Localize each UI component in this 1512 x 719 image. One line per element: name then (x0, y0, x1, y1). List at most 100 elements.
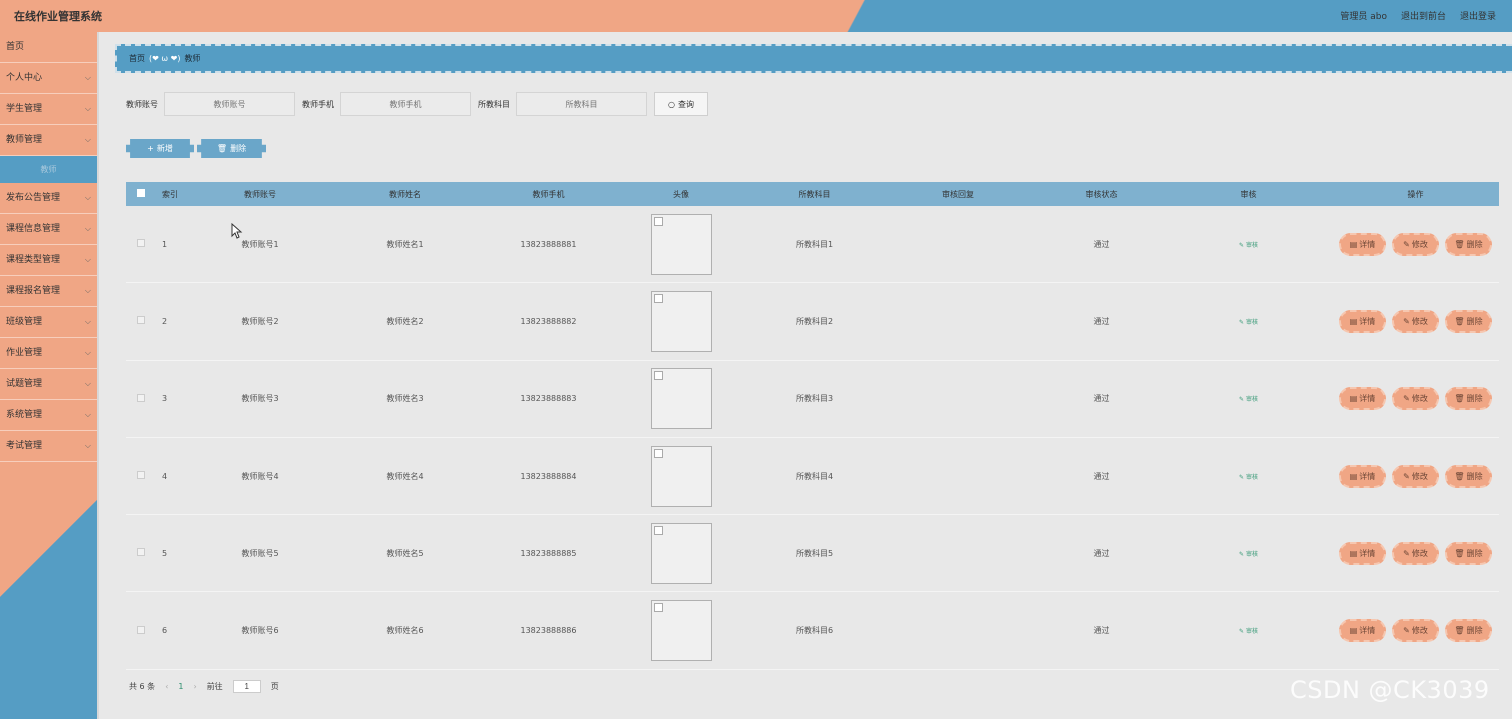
delete-button[interactable]: 🗑 删除 (1445, 619, 1492, 643)
sidebar-item-announcement-management[interactable]: 发布公告管理 ⌵ (0, 183, 97, 214)
delete-button[interactable]: 🗑 删除 (1445, 541, 1492, 565)
logout-link[interactable]: 退出登录 (1460, 9, 1496, 22)
detail-button[interactable]: ▤ 详情 (1339, 619, 1386, 643)
sidebar-item-class-management[interactable]: 班级管理 ⌵ (0, 307, 97, 338)
detail-button[interactable]: ▤ 详情 (1339, 387, 1386, 411)
row-select-cell (126, 471, 156, 481)
breadcrumb-home[interactable]: 首页 (129, 53, 145, 64)
sidebar-item-label: 首页 (6, 42, 25, 52)
goto-prefix: 前往 (206, 682, 223, 691)
delete-button[interactable]: 🗑 删除 (1445, 464, 1492, 488)
sidebar-item-personal-center[interactable]: 个人中心 ⌵ (0, 63, 97, 94)
delete-button[interactable]: 🗑 删除 (1445, 387, 1492, 411)
edit-icon: ✎ (1239, 550, 1246, 558)
sidebar-item-course-info-management[interactable]: 课程信息管理 ⌵ (0, 214, 97, 245)
sidebar: 首页 个人中心 ⌵ 学生管理 ⌵ 教师管理 ⌵ 教师 发布公告管理 ⌵ 课程信息管理 ⌵ … (0, 32, 99, 719)
row-checkbox[interactable] (137, 471, 145, 480)
row-checkbox[interactable] (137, 625, 145, 634)
delete-button[interactable]: 🗑 删除 (1445, 309, 1492, 333)
cell-name: 教师姓名3 (386, 394, 424, 404)
trash-icon: 🗑 (1454, 394, 1465, 404)
page-number-current[interactable]: 1 (178, 682, 183, 691)
chevron-down-icon: ⌵ (84, 224, 91, 233)
cell-account: 教师账号6 (241, 626, 279, 636)
prev-page-icon[interactable]: ‹ (165, 682, 168, 691)
sidebar-item-home[interactable]: 首页 (0, 32, 97, 63)
detail-button[interactable]: ▤ 详情 (1339, 309, 1386, 333)
audit-link-label: 审核 (1245, 550, 1258, 558)
cell-audit-status: 通过 (1093, 626, 1110, 636)
sidebar-item-exam-management[interactable]: 考试管理 ⌵ (0, 431, 97, 462)
cell-account: 教师账号3 (241, 394, 279, 404)
table-header: 索引 教师账号 教师姓名 教师手机 头像 所教科目 审核回复 审核状态 审核 操… (126, 182, 1499, 206)
audit-link[interactable]: ✎ 审核 (1239, 242, 1258, 249)
detail-button[interactable]: ▤ 详情 (1339, 464, 1386, 488)
query-button[interactable]: ○ 查询 (654, 92, 708, 116)
teacher-phone-input[interactable] (340, 92, 471, 116)
sidebar-item-question-management[interactable]: 试题管理 ⌵ (0, 369, 97, 400)
audit-link[interactable]: ✎ 审核 (1239, 628, 1258, 635)
add-button[interactable]: + 新增 (126, 139, 194, 158)
sidebar-item-homework-management[interactable]: 作业管理 ⌵ (0, 338, 97, 369)
next-page-icon[interactable]: › (193, 682, 196, 691)
sidebar-item-label: 班级管理 (6, 317, 43, 327)
cell-avatar (611, 290, 751, 352)
row-select-cell (126, 316, 156, 326)
cell-index: 2 (162, 316, 168, 326)
sidebar-item-system-management[interactable]: 系统管理 ⌵ (0, 400, 97, 431)
row-checkbox[interactable] (137, 239, 145, 248)
sidebar-item-teacher-management[interactable]: 教师管理 ⌵ (0, 125, 97, 156)
edit-button[interactable]: ✎ 修改 (1392, 387, 1439, 411)
select-all-cell (126, 189, 156, 199)
delete-button[interactable]: 🗑 删除 (1445, 232, 1492, 256)
cell-index: 3 (162, 394, 168, 404)
cell-subject: 所教科目3 (795, 394, 834, 404)
edit-button[interactable]: ✎ 修改 (1392, 619, 1439, 643)
detail-button-label: 详情 (1359, 471, 1376, 481)
document-icon: ▤ (1349, 626, 1358, 636)
sidebar-item-course-enrollment-management[interactable]: 课程报名管理 ⌵ (0, 276, 97, 307)
total-count: 共 6 条 (129, 682, 156, 691)
exit-to-front-link[interactable]: 退出到前台 (1401, 9, 1446, 22)
teacher-account-input[interactable] (164, 92, 295, 116)
cell-account: 教师账号1 (241, 239, 279, 249)
sidebar-item-student-management[interactable]: 学生管理 ⌵ (0, 94, 97, 125)
delete-button-label: 删除 (1466, 239, 1483, 249)
row-checkbox[interactable] (137, 548, 145, 557)
detail-button-label: 详情 (1359, 626, 1376, 636)
goto-page-input[interactable] (232, 680, 261, 693)
edit-button[interactable]: ✎ 修改 (1392, 232, 1439, 256)
row-select-cell (126, 393, 156, 404)
sidebar-subitem-teacher[interactable]: 教师 (0, 156, 97, 183)
chevron-up-icon: ⌵ (84, 135, 91, 144)
breadcrumb-current: 教师 (184, 54, 201, 63)
edit-icon: ✎ (1239, 473, 1246, 481)
cell-operations: ▤ 详情 ✎ 修改 🗑 删除 (1332, 464, 1499, 488)
edit-icon: ✎ (1239, 628, 1246, 636)
row-checkbox[interactable] (137, 316, 145, 325)
trash-icon: 🗑 (1454, 471, 1465, 481)
cell-audit: ✎ 审核 (1165, 394, 1332, 403)
audit-link[interactable]: ✎ 审核 (1239, 319, 1258, 326)
broken-image-icon (653, 603, 663, 613)
broken-image-icon (653, 525, 663, 535)
detail-button[interactable]: ▤ 详情 (1339, 232, 1386, 256)
edit-button[interactable]: ✎ 修改 (1392, 309, 1439, 333)
edit-button[interactable]: ✎ 修改 (1392, 464, 1439, 488)
edit-button[interactable]: ✎ 修改 (1392, 541, 1439, 565)
cell-avatar (611, 213, 751, 275)
detail-button[interactable]: ▤ 详情 (1339, 541, 1386, 565)
subject-input[interactable] (516, 92, 647, 116)
audit-link[interactable]: ✎ 审核 (1239, 396, 1258, 403)
audit-link[interactable]: ✎ 审核 (1239, 474, 1258, 481)
trash-icon: 🗑 (1454, 548, 1465, 558)
audit-link[interactable]: ✎ 审核 (1239, 551, 1258, 558)
watermark: CSDN @CK3039 (1290, 676, 1490, 704)
header-phone: 教师手机 (532, 189, 565, 199)
select-all-checkbox[interactable] (137, 189, 145, 197)
cell-account: 教师账号2 (241, 316, 279, 326)
sidebar-item-course-type-management[interactable]: 课程类型管理 ⌵ (0, 245, 97, 276)
edit-icon: ✎ (1403, 394, 1410, 404)
batch-delete-button[interactable]: 🗑 删除 (197, 139, 266, 158)
row-checkbox[interactable] (137, 393, 145, 402)
